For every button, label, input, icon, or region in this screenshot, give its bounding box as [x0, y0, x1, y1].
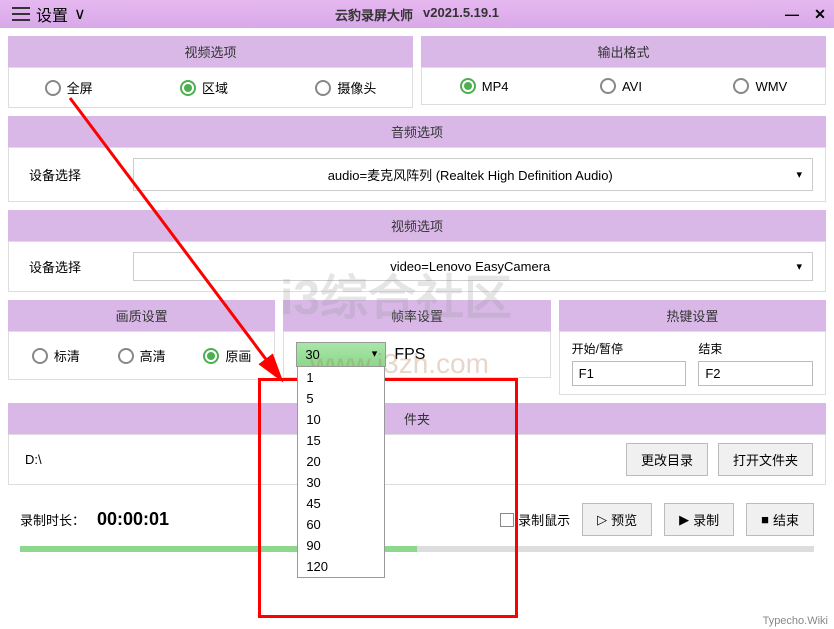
- title-bar: 设置 ∨ 云豹录屏大师 v2021.5.19.1 — ✕: [0, 0, 834, 28]
- radio-sd[interactable]: 标清: [32, 346, 80, 365]
- app-title: 云豹录屏大师: [335, 5, 413, 24]
- app-version: v2021.5.19.1: [423, 5, 499, 24]
- video-options-panel: 视频选项 全屏 区域 摄像头: [8, 36, 413, 108]
- folder-header: 件夹: [8, 403, 826, 434]
- radio-camera[interactable]: 摄像头: [315, 78, 376, 97]
- chevron-down-icon: ▾: [796, 260, 802, 273]
- timer-value: 00:00:01: [97, 509, 169, 530]
- record-mouse-checkbox[interactable]: 录制鼠示: [500, 510, 570, 529]
- stop-icon: ■: [761, 512, 769, 527]
- video-device-label: 设备选择: [21, 257, 121, 276]
- video-device-dropdown[interactable]: video=Lenovo EasyCamera ▾: [133, 252, 813, 281]
- hotkey-end-field[interactable]: F2: [698, 361, 813, 386]
- video-options2-panel: 视频选项 设备选择 video=Lenovo EasyCamera ▾: [8, 210, 826, 292]
- radio-icon: [460, 78, 476, 94]
- open-folder-button[interactable]: 打开文件夹: [718, 443, 813, 476]
- audio-device-dropdown[interactable]: audio=麦克风阵列 (Realtek High Definition Aud…: [133, 158, 813, 191]
- video-options2-header: 视频选项: [8, 210, 826, 241]
- radio-icon: [45, 80, 61, 96]
- settings-menu-button[interactable]: 设置 ∨: [0, 0, 98, 28]
- radio-icon: [733, 78, 749, 94]
- fps-dropdown[interactable]: 30 ▾ 1510152030456090120: [296, 342, 386, 367]
- radio-icon: [180, 80, 196, 96]
- radio-icon: [315, 80, 331, 96]
- fps-option[interactable]: 60: [298, 514, 384, 535]
- audio-options-panel: 音频选项 设备选择 audio=麦克风阵列 (Realtek High Defi…: [8, 116, 826, 202]
- output-format-panel: 输出格式 MP4 AVI WMV: [421, 36, 826, 108]
- fps-option[interactable]: 120: [298, 556, 384, 577]
- window-controls: — ✕: [778, 3, 834, 25]
- chevron-down-icon: ▾: [796, 168, 802, 181]
- output-format-header: 输出格式: [421, 36, 826, 67]
- radio-hd[interactable]: 高清: [118, 346, 166, 365]
- checkbox-icon: [500, 513, 514, 527]
- credit-text: Typecho.Wiki: [763, 615, 828, 627]
- video-options-header: 视频选项: [8, 36, 413, 67]
- chevron-down-icon: ∨: [74, 4, 86, 24]
- fps-option[interactable]: 15: [298, 430, 384, 451]
- bottom-bar: 录制时长： 00:00:01 录制鼠示 ▷预览 ▶录制 ■结束: [8, 493, 826, 546]
- fps-option[interactable]: 20: [298, 451, 384, 472]
- hotkey-header: 热键设置: [559, 300, 826, 331]
- radio-icon: [118, 348, 134, 364]
- quality-panel: 画质设置 标清 高清 原画: [8, 300, 275, 395]
- play-icon: ▷: [597, 512, 607, 528]
- fps-option[interactable]: 10: [298, 409, 384, 430]
- change-folder-button[interactable]: 更改目录: [626, 443, 708, 476]
- fps-option[interactable]: 90: [298, 535, 384, 556]
- fps-option[interactable]: 30: [298, 472, 384, 493]
- radio-icon: [203, 348, 219, 364]
- chevron-down-icon: ▾: [372, 347, 378, 362]
- radio-mp4[interactable]: MP4: [460, 78, 509, 94]
- radio-icon: [32, 348, 48, 364]
- play-icon: ▶: [679, 512, 689, 528]
- fps-option[interactable]: 45: [298, 493, 384, 514]
- hotkey-start-label: 开始/暂停: [572, 340, 687, 357]
- quality-header: 画质设置: [8, 300, 275, 331]
- timer-label: 录制时长：: [20, 510, 85, 529]
- radio-icon: [600, 78, 616, 94]
- settings-label: 设置: [36, 2, 68, 26]
- fps-option[interactable]: 5: [298, 388, 384, 409]
- record-button[interactable]: ▶录制: [664, 503, 734, 536]
- fps-header: 帧率设置: [283, 300, 550, 331]
- hotkey-panel: 热键设置 开始/暂停 F1 结束 F2: [559, 300, 826, 395]
- radio-region[interactable]: 区域: [180, 78, 228, 97]
- folder-panel: 件夹 D:\ 更改目录 打开文件夹: [8, 403, 826, 485]
- audio-device-label: 设备选择: [21, 165, 121, 184]
- audio-options-header: 音频选项: [8, 116, 826, 147]
- app-title-area: 云豹录屏大师 v2021.5.19.1: [335, 5, 499, 24]
- fps-unit: FPS: [394, 346, 425, 364]
- hotkey-start-field[interactable]: F1: [572, 361, 687, 386]
- fps-option-list: 1510152030456090120: [297, 366, 385, 578]
- radio-wmv[interactable]: WMV: [733, 78, 787, 94]
- radio-orig[interactable]: 原画: [203, 346, 251, 365]
- end-button[interactable]: ■结束: [746, 503, 814, 536]
- radio-fullscreen[interactable]: 全屏: [45, 78, 93, 97]
- preview-button[interactable]: ▷预览: [582, 503, 652, 536]
- close-button[interactable]: ✕: [806, 3, 834, 25]
- minimize-button[interactable]: —: [778, 3, 806, 25]
- radio-avi[interactable]: AVI: [600, 78, 642, 94]
- hamburger-icon: [12, 7, 30, 21]
- fps-option[interactable]: 1: [298, 367, 384, 388]
- progress-bar: [20, 546, 814, 552]
- hotkey-end-label: 结束: [698, 340, 813, 357]
- fps-panel: 帧率设置 30 ▾ 1510152030456090120 FPS: [283, 300, 550, 395]
